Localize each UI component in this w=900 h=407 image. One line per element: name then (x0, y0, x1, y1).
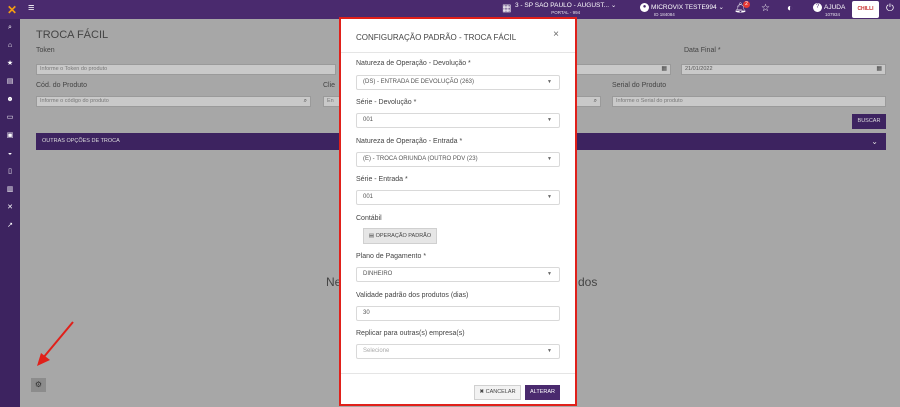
token-input[interactable]: Informe o Token do produto (36, 64, 336, 75)
data-final-label: Data Final * (684, 47, 721, 54)
plano-pagamento-select[interactable]: DINHEIRO ▼ (356, 267, 560, 282)
cancelar-button[interactable]: ✖ CANCELAR (474, 385, 521, 400)
data-final-value: 21/01/2022 (685, 66, 713, 72)
menu-icon[interactable]: ≡ (28, 2, 34, 14)
caret-down-icon: ▼ (547, 79, 552, 85)
home-icon[interactable]: ⌂ (0, 37, 20, 55)
modal-header-divider (341, 52, 575, 53)
calendar-icon[interactable]: ▦ (661, 65, 667, 74)
alterar-button[interactable]: ALTERAR (525, 385, 560, 400)
search-icon[interactable]: ⌕ (304, 97, 307, 106)
replicar-select[interactable]: Selecione ▼ (356, 344, 560, 359)
sidebar: ⌕ ⌂ ★ ▤ ☻ ▭ ▣ ◒ ▯ ▥ ✕ ↗ (0, 19, 20, 407)
modal-footer-divider (341, 373, 575, 374)
caret-down-icon: ▼ (547, 117, 552, 123)
calendar-icon[interactable]: ▦ (876, 65, 882, 74)
serial-input[interactable]: Informe o Serial do produto (612, 96, 886, 107)
cliente-search[interactable]: ⌕ (576, 96, 601, 107)
token-label: Token (36, 47, 55, 54)
operacao-padrao-button[interactable]: ▤ OPERAÇÃO PADRÃO (363, 228, 437, 244)
operacao-padrao-label: OPERAÇÃO PADRÃO (375, 233, 432, 239)
user-icon: ● (640, 3, 649, 12)
natureza-entrada-value: (E) - TROCA ORIUNDA (OUTRO PDV (23) (363, 156, 478, 162)
cod-produto-label: Cód. do Produto (36, 82, 87, 89)
desktop-icon[interactable]: ▣ (0, 127, 20, 145)
cow-icon[interactable]: ◒ (0, 145, 20, 163)
store-selector[interactable]: 3 - SP SAO PAULO - AUGUST... ⌄ PORTAL - … (515, 2, 617, 16)
validade-label: Validade padrão dos produtos (dias) (356, 292, 469, 299)
empty-state-text-right: dos (578, 275, 598, 289)
file-icon[interactable]: ▯ (0, 163, 20, 181)
serie-entrada-select[interactable]: 001 ▼ (356, 190, 560, 205)
natureza-devolucao-select[interactable]: (DS) - ENTRADA DE DEVOLUÇÃO (263) ▼ (356, 75, 560, 90)
help-label: AJUDA (824, 4, 846, 12)
gear-icon: ⚙ (34, 380, 43, 389)
caret-down-icon: ▼ (547, 194, 552, 200)
star-icon[interactable]: ☆ (761, 3, 770, 14)
clipboard-icon[interactable]: ▥ (0, 181, 20, 199)
contabil-label: Contábil (356, 215, 382, 222)
headset-icon[interactable]: ◐ (787, 3, 793, 14)
page-title: TROCA FÁCIL (36, 29, 109, 41)
cod-produto-input[interactable]: Informe o código do produto ⌕ (36, 96, 311, 107)
star-icon[interactable]: ★ (0, 55, 20, 73)
data-inicial-input[interactable]: ▦ (576, 64, 671, 75)
file-icon: ▤ (368, 233, 376, 239)
outras-opcoes-label: OUTRAS OPÇÕES DE TROCA (42, 138, 120, 144)
chevron-down-icon: ⌄ (871, 137, 878, 146)
store-name: 3 - SP SAO PAULO - AUGUST... (515, 2, 610, 9)
natureza-devolucao-value: (DS) - ENTRADA DE DEVOLUÇÃO (263) (363, 79, 475, 85)
settings-button[interactable]: ⚙ (31, 378, 46, 392)
caret-down-icon: ▼ (547, 271, 552, 277)
store-icon: ▦ (502, 3, 512, 14)
annotation-arrow-icon (37, 321, 74, 366)
users-icon[interactable]: ☻ (0, 91, 20, 109)
buscar-button[interactable]: BUSCAR (852, 114, 886, 129)
help-icon: ? (813, 3, 822, 12)
power-icon[interactable]: ⏻ (886, 3, 894, 14)
search-icon[interactable]: ⌕ (594, 97, 597, 106)
search-icon[interactable]: ⌕ (0, 19, 20, 37)
plano-pagamento-value: DINHEIRO (363, 271, 393, 277)
serie-devolucao-label: Série - Devolução * (356, 99, 417, 106)
cancelar-label: CANCELAR (485, 389, 516, 395)
serial-label: Serial do Produto (612, 82, 667, 89)
chevron-down-icon: ⌄ (718, 4, 724, 12)
caret-down-icon: ▼ (547, 348, 552, 354)
plano-pagamento-label: Plano de Pagamento * (356, 253, 427, 260)
cod-produto-placeholder: Informe o código do produto (40, 98, 109, 104)
tools-icon[interactable]: ✕ (0, 199, 20, 217)
replicar-placeholder: Selecione (363, 348, 390, 354)
document-icon[interactable]: ▤ (0, 73, 20, 91)
notification-badge: 2 (743, 1, 750, 8)
store-sub: PORTAL - 994 (551, 9, 581, 15)
serie-entrada-value: 001 (363, 194, 374, 200)
user-sub: ID 184084 (654, 12, 675, 17)
chevron-down-icon: ⌄ (610, 2, 617, 9)
serie-devolucao-value: 001 (363, 117, 374, 123)
serie-entrada-label: Série - Entrada * (356, 176, 408, 183)
natureza-entrada-select[interactable]: (E) - TROCA ORIUNDA (OUTRO PDV (23) ▼ (356, 152, 560, 167)
user-menu[interactable]: ● MICROVIX TESTE994 ⌄ ID 184084 (640, 3, 724, 19)
help-menu[interactable]: ? AJUDA 107934 (813, 3, 845, 19)
data-final-input[interactable]: 21/01/2022 ▦ (681, 64, 886, 75)
close-icon[interactable]: × (553, 29, 559, 40)
user-name: MICROVIX TESTE994 (651, 4, 717, 12)
cliente-label: Clie (323, 82, 336, 89)
natureza-devolucao-label: Natureza de Operação - Devolução * (356, 60, 471, 67)
validade-input[interactable]: 30 (356, 306, 560, 321)
serie-devolucao-select[interactable]: 001 ▼ (356, 113, 560, 128)
chart-icon[interactable]: ↗ (0, 217, 20, 235)
brand-logo: CHILLI BEANS (852, 1, 879, 29)
cliente-input[interactable]: En (323, 96, 340, 107)
configuracao-padrao-modal: CONFIGURAÇÃO PADRÃO - TROCA FÁCIL × Natu… (339, 17, 577, 406)
help-sub: 107934 (825, 12, 841, 17)
laptop-icon[interactable]: ▭ (0, 109, 20, 127)
caret-down-icon: ▼ (547, 156, 552, 162)
app-logo[interactable]: ✕ (7, 3, 17, 17)
natureza-entrada-label: Natureza de Operação - Entrada * (356, 138, 463, 145)
modal-title: CONFIGURAÇÃO PADRÃO - TROCA FÁCIL (356, 33, 517, 42)
replicar-label: Replicar para outras(s) empresa(s) (356, 330, 465, 337)
